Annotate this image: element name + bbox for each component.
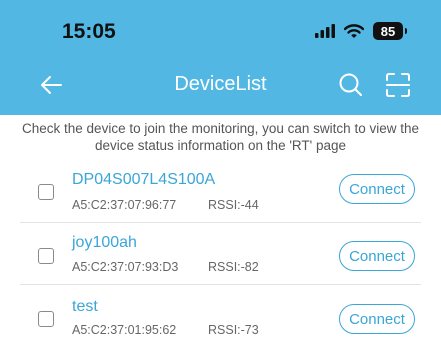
device-checkbox[interactable]: [38, 311, 54, 327]
status-bar: 15:05 85: [0, 0, 441, 60]
device-mac: A5:C2:37:01:95:62: [72, 323, 177, 337]
status-time: 15:05: [62, 20, 116, 43]
device-rssi: RSSI:-73: [208, 323, 259, 337]
device-mac: A5:C2:37:07:93:D3: [72, 260, 179, 274]
device-row[interactable]: DP04S007L4S100A A5:C2:37:07:96:77 RSSI:-…: [0, 161, 441, 223]
signal-icon: [315, 24, 335, 38]
device-name: joy100ah: [72, 234, 137, 251]
battery-icon: 85: [373, 22, 407, 40]
divider: [20, 284, 421, 285]
hint-text: Check the device to join the monitoring,…: [22, 121, 419, 153]
device-rssi: RSSI:-44: [208, 198, 259, 212]
connect-button[interactable]: Connect: [339, 174, 415, 204]
page-title: DeviceList: [174, 73, 267, 95]
connect-button[interactable]: Connect: [339, 304, 415, 334]
wifi-icon: [344, 23, 364, 38]
device-row[interactable]: test A5:C2:37:01:95:62 RSSI:-73 Connect: [0, 286, 441, 348]
device-rssi: RSSI:-82: [208, 260, 259, 274]
device-checkbox[interactable]: [38, 184, 54, 200]
device-name: test: [72, 298, 98, 315]
app-header: DeviceList: [0, 60, 441, 115]
search-icon[interactable]: [338, 72, 364, 98]
device-mac: A5:C2:37:07:96:77: [72, 198, 177, 212]
connect-button[interactable]: Connect: [339, 241, 415, 271]
device-checkbox[interactable]: [38, 248, 54, 264]
device-row[interactable]: joy100ah A5:C2:37:07:93:D3 RSSI:-82 Conn…: [0, 223, 441, 285]
scan-icon[interactable]: [386, 73, 410, 97]
device-name: DP04S007L4S100A: [72, 171, 216, 188]
status-icons: 85: [315, 20, 407, 42]
